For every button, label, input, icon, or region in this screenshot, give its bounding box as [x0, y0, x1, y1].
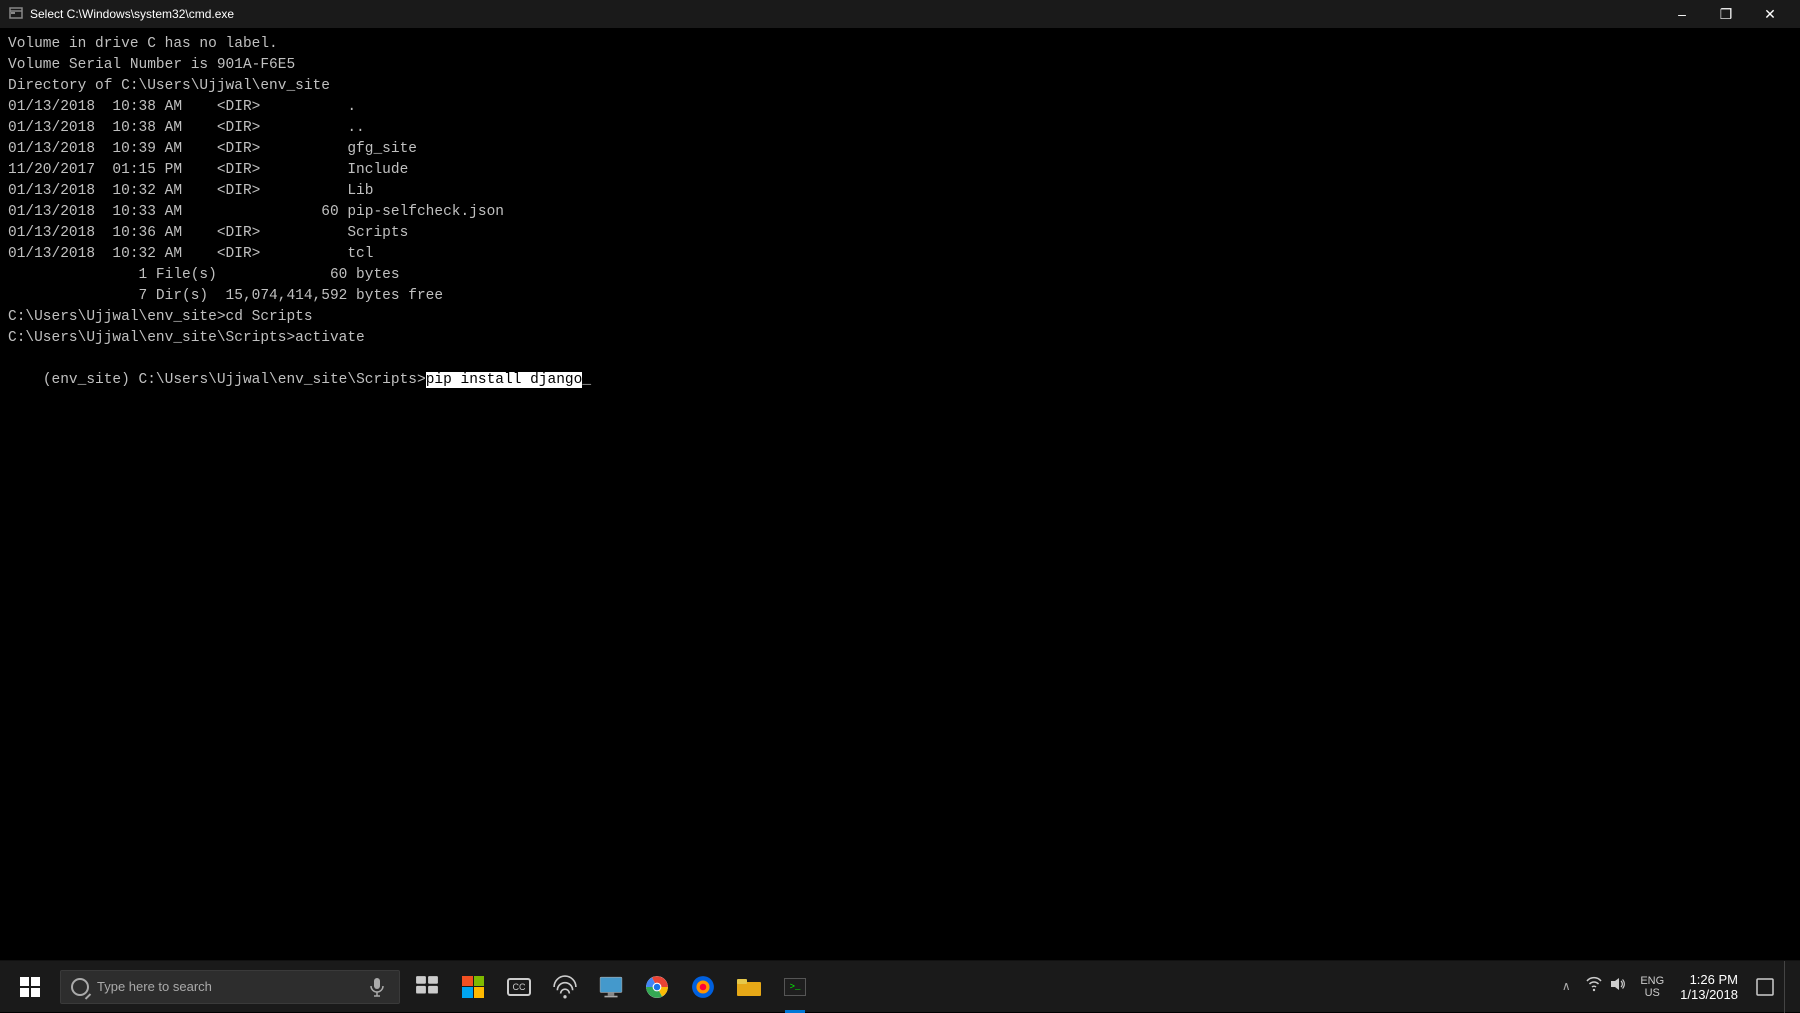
taskbar-firefox[interactable] [680, 961, 726, 1013]
microphone-icon[interactable] [365, 975, 389, 999]
volume-icon[interactable] [1610, 976, 1626, 997]
taskbar-connect[interactable] [542, 961, 588, 1013]
language-indicator[interactable]: ENG US [1636, 975, 1668, 999]
taskbar-closed-captions[interactable]: CC [496, 961, 542, 1013]
restore-button[interactable]: ❐ [1704, 0, 1748, 28]
terminal-cursor: _ [582, 372, 591, 388]
terminal-line: 01/13/2018 10:39 AM <DIR> gfg_site [8, 139, 1792, 160]
start-button[interactable] [4, 961, 56, 1013]
lang-line1: ENG [1640, 975, 1664, 987]
titlebar-icon [8, 6, 24, 22]
terminal-line: 01/13/2018 10:38 AM <DIR> .. [8, 118, 1792, 139]
clock[interactable]: 1:26 PM 1/13/2018 [1672, 961, 1746, 1013]
closed-captions-icon: CC [507, 978, 531, 996]
notification-center-button[interactable] [1750, 961, 1780, 1013]
taskbar-file-explorer[interactable] [726, 961, 772, 1013]
colored-grid-icon [462, 976, 484, 998]
terminal-line: 01/13/2018 10:33 AM 60 pip-selfcheck.jso… [8, 202, 1792, 223]
terminal-line: Directory of C:\Users\Ujjwal\env_site [8, 76, 1792, 97]
taskbar-cmd[interactable]: >_ [772, 961, 818, 1013]
taskbar-pc-settings[interactable] [588, 961, 634, 1013]
terminal-line: 01/13/2018 10:32 AM <DIR> Lib [8, 181, 1792, 202]
minimize-button[interactable]: – [1660, 0, 1704, 28]
windows-logo-icon [20, 977, 40, 997]
show-desktop-button[interactable] [1784, 961, 1790, 1013]
taskbar: Type here to search CC [0, 960, 1800, 1012]
terminal-prompt: (env_site) C:\Users\Ujjwal\env_site\Scri… [43, 372, 426, 388]
terminal-line: 11/20/2017 01:15 PM <DIR> Include [8, 160, 1792, 181]
clock-time: 1:26 PM [1690, 972, 1738, 987]
terminal-line: 01/13/2018 10:32 AM <DIR> tcl [8, 244, 1792, 265]
terminal-line: Volume in drive C has no label. [8, 34, 1792, 55]
terminal-command-highlighted: pip install django [426, 372, 583, 388]
window-controls: – ❐ ✕ [1660, 0, 1792, 28]
search-placeholder: Type here to search [97, 979, 212, 994]
terminal-line: 7 Dir(s) 15,074,414,592 bytes free [8, 286, 1792, 307]
terminal-activate-line: C:\Users\Ujjwal\env_site\Scripts>activat… [8, 328, 1792, 349]
terminal-icon: >_ [784, 978, 806, 996]
system-tray [1580, 976, 1632, 997]
lang-line2: US [1645, 987, 1660, 999]
terminal-line: 1 File(s) 60 bytes [8, 265, 1792, 286]
clock-date: 1/13/2018 [1680, 987, 1738, 1002]
terminal-cd-line: C:\Users\Ujjwal\env_site>cd Scripts [8, 307, 1792, 328]
taskbar-task-view[interactable] [404, 961, 450, 1013]
taskbar-search[interactable]: Type here to search [60, 970, 400, 1004]
taskbar-chrome[interactable] [634, 961, 680, 1013]
show-hidden-icons-button[interactable]: ∧ [1556, 961, 1576, 1013]
network-icon[interactable] [1586, 976, 1602, 997]
terminal-line: Volume Serial Number is 901A-F6E5 [8, 55, 1792, 76]
close-button[interactable]: ✕ [1748, 0, 1792, 28]
terminal-line: 01/13/2018 10:38 AM <DIR> . [8, 97, 1792, 118]
terminal-window: Volume in drive C has no label. Volume S… [0, 28, 1800, 960]
search-icon [71, 978, 89, 996]
titlebar-title: Select C:\Windows\system32\cmd.exe [30, 7, 1660, 21]
taskbar-right: ∧ ENG [1550, 961, 1796, 1013]
chevron-up-icon: ∧ [1562, 979, 1571, 994]
terminal-line: 01/13/2018 10:36 AM <DIR> Scripts [8, 223, 1792, 244]
title-bar: Select C:\Windows\system32\cmd.exe – ❐ ✕ [0, 0, 1800, 28]
taskbar-windows-store[interactable] [450, 961, 496, 1013]
terminal-current-line[interactable]: (env_site) C:\Users\Ujjwal\env_site\Scri… [8, 349, 1792, 412]
